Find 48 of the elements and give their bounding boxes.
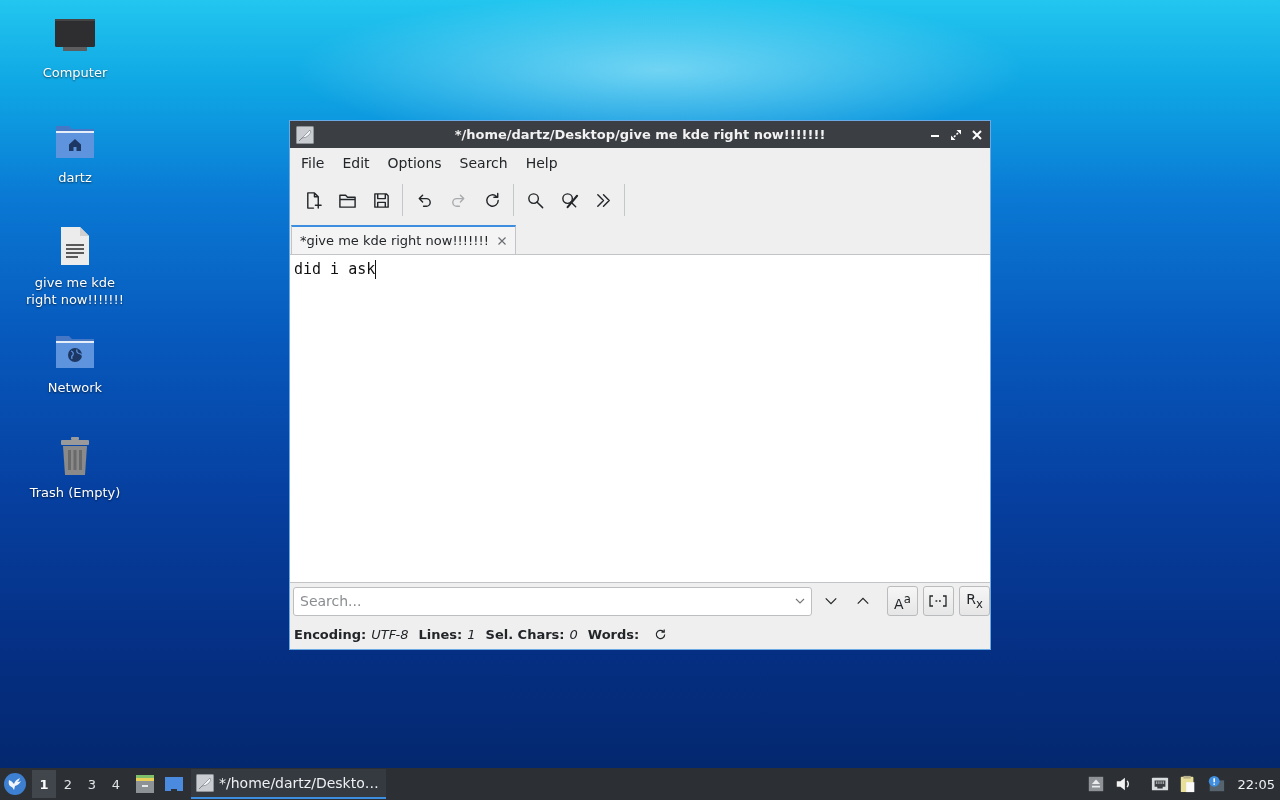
ethernet-port-icon[interactable]	[1150, 775, 1169, 793]
match-case-button[interactable]: A$^{a}$	[887, 586, 918, 616]
menu-item[interactable]: File	[292, 153, 334, 173]
whole-word-button[interactable]	[923, 586, 954, 616]
desktop-shortcut[interactable]: give me kde right now!!!!!!!	[25, 226, 125, 308]
search-replace-icon[interactable]	[559, 190, 579, 210]
tab-close-icon[interactable]	[496, 235, 507, 246]
eject-icon[interactable]	[1086, 775, 1105, 793]
taskbar-window-button[interactable]: */home/dartz/Deskto…	[191, 769, 386, 799]
menu-item[interactable]: Edit	[333, 153, 379, 173]
clock[interactable]: 22:05	[1237, 776, 1275, 792]
menu-item[interactable]: Search	[450, 153, 517, 173]
workspace-button[interactable]: 1	[32, 770, 56, 798]
show-desktop-icon[interactable]	[164, 774, 184, 794]
text-editor[interactable]: did i ask	[290, 254, 990, 583]
feather-icon	[196, 774, 214, 792]
workspace-button[interactable]: 3	[80, 770, 104, 798]
status-value: 1	[467, 626, 476, 642]
desktop-shortcut[interactable]: Network	[47, 331, 103, 396]
save-icon[interactable]	[371, 190, 391, 210]
editor-text: did i ask	[294, 260, 376, 279]
desktop-shortcut[interactable]: dartz	[53, 121, 97, 186]
file-cabinet-icon[interactable]	[135, 774, 155, 794]
close-icon[interactable]	[971, 128, 983, 141]
menu-item[interactable]: Help	[516, 153, 567, 173]
start-menu-icon[interactable]	[4, 773, 26, 795]
search-field[interactable]: Search...	[293, 586, 813, 616]
search-icon[interactable]	[525, 190, 545, 210]
maximize-icon[interactable]	[950, 128, 962, 141]
notification-icon[interactable]	[1206, 775, 1225, 793]
clipboard-icon[interactable]	[1178, 775, 1197, 793]
status-label: Encoding:	[294, 626, 367, 642]
word-brackets-icon	[929, 595, 948, 607]
feather-icon[interactable]	[296, 125, 314, 144]
status-label: Sel. Chars:	[485, 626, 565, 642]
workspace-button[interactable]: 4	[104, 770, 128, 798]
refresh-icon[interactable]	[654, 627, 668, 641]
regex-button[interactable]: R$_{x}$	[959, 586, 990, 616]
status-label: Words:	[587, 626, 640, 642]
status-label: Lines:	[418, 626, 463, 642]
desktop-shortcut[interactable]: Trash (Empty)	[29, 436, 121, 501]
window-title: */home/dartz/Desktop/give me kde right now!!!!!!!	[454, 127, 826, 142]
workspace-button[interactable]: 2	[56, 770, 80, 798]
editor-tab[interactable]: *give me kde right now!!!!!!!	[291, 225, 516, 254]
menu-item[interactable]: Options	[378, 153, 451, 173]
status-value: UTF-8	[371, 626, 409, 642]
status-value: 0	[569, 626, 578, 642]
text-cursor	[375, 260, 377, 279]
